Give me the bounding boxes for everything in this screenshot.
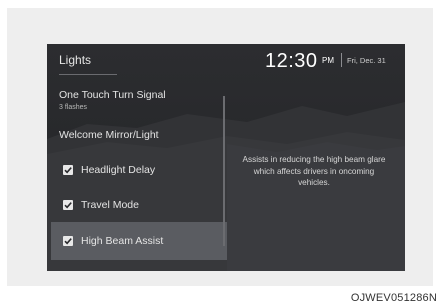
scrollbar[interactable] [223,96,225,246]
menu-item-one-touch-turn-signal[interactable]: One Touch Turn Signal 3 flashes [51,84,227,120]
menu-item-label: High Beam Assist [81,235,164,247]
checkbox-checked-icon[interactable] [63,165,73,175]
menu-item-headlight-delay[interactable]: Headlight Delay [51,152,227,188]
date-separator [341,53,342,67]
title-underline [59,74,117,75]
menu-item-label: One Touch Turn Signal [59,89,166,101]
menu-item-welcome-mirror-light[interactable]: Welcome Mirror/Light [51,120,227,152]
menu-item-travel-mode[interactable]: Travel Mode [51,188,227,222]
infotainment-screen: Lights 12:30 PM Fri, Dec. 31 One Touch T… [47,44,405,271]
clock-ampm: PM [322,56,334,65]
menu-item-label: Headlight Delay [81,164,156,176]
clock: 12:30 [265,50,318,72]
checkbox-checked-icon[interactable] [63,200,73,210]
menu-item-high-beam-assist[interactable]: High Beam Assist [51,222,227,260]
status-bar: Lights 12:30 PM Fri, Dec. 31 [47,44,405,84]
menu-item-label: Welcome Mirror/Light [59,129,159,141]
help-description: Assists in reducing the high beam glare … [242,155,386,187]
figure-code: OJWEV051286N [350,292,437,304]
menu-item-sublabel: 3 flashes [59,104,88,111]
date: Fri, Dec. 31 [347,56,386,65]
menu-item-label: Travel Mode [81,199,139,211]
lights-menu: One Touch Turn Signal 3 flashes Welcome … [51,84,227,271]
menu-title: Lights [59,53,92,67]
checkbox-checked-icon[interactable] [63,236,73,246]
